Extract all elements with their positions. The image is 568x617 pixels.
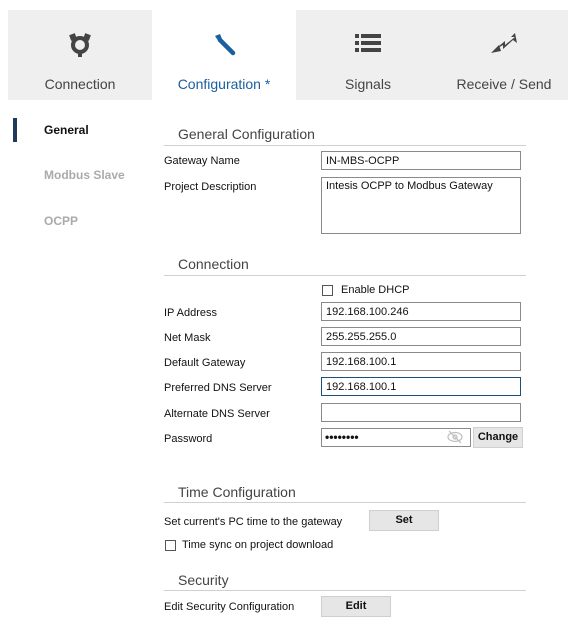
password-label: Password	[164, 433, 213, 445]
password-mask: ••••••••	[325, 430, 359, 444]
edit-security-button[interactable]: Edit	[321, 596, 391, 617]
list-icon	[296, 30, 440, 58]
section-divider	[164, 590, 526, 591]
nav-item-modbus-slave[interactable]: Modbus Slave	[0, 163, 148, 193]
time-sync-label: Time sync on project download	[182, 539, 334, 551]
section-title-time: Time Configuration	[178, 484, 296, 500]
top-tab-bar: Connection Configuration * Signals Recei…	[0, 0, 568, 100]
change-password-button[interactable]: Change	[473, 427, 523, 448]
wrench-icon	[152, 30, 296, 58]
tab-receive-send-label: Receive / Send	[456, 76, 552, 92]
default-gateway-label: Default Gateway	[164, 357, 246, 369]
enable-dhcp-label: Enable DHCP	[341, 284, 410, 296]
tab-configuration[interactable]: Configuration *	[152, 10, 296, 100]
section-title-security: Security	[178, 572, 229, 588]
transfer-arrows-icon	[440, 30, 568, 58]
nav-item-ocpp-label: OCPP	[44, 214, 79, 228]
preferred-dns-input[interactable]	[321, 377, 521, 396]
gateway-name-label: Gateway Name	[164, 155, 240, 167]
project-description-label: Project Description	[164, 181, 257, 193]
alternate-dns-label: Alternate DNS Server	[164, 408, 270, 420]
section-title-general: General Configuration	[178, 126, 315, 142]
section-title-connection: Connection	[178, 256, 249, 272]
tab-signals[interactable]: Signals	[296, 10, 440, 100]
tab-signals-label: Signals	[345, 76, 391, 92]
section-divider	[164, 145, 526, 146]
net-mask-label: Net Mask	[164, 332, 211, 344]
net-mask-input[interactable]	[321, 327, 521, 346]
edit-security-label: Edit Security Configuration	[164, 601, 295, 613]
default-gateway-input[interactable]	[321, 352, 521, 371]
set-time-button[interactable]: Set	[369, 510, 439, 531]
nav-active-indicator	[13, 118, 17, 142]
section-divider	[164, 275, 526, 276]
project-description-textarea[interactable]: Intesis OCPP to Modbus Gateway	[321, 177, 521, 234]
ip-address-label: IP Address	[164, 307, 217, 319]
nav-item-general[interactable]: General	[0, 118, 148, 148]
time-sync-checkbox[interactable]	[165, 540, 176, 551]
alternate-dns-input[interactable]	[321, 403, 521, 422]
tab-connection-label: Connection	[44, 76, 116, 92]
enable-dhcp-checkbox[interactable]	[322, 285, 333, 296]
nav-item-general-label: General	[44, 123, 89, 137]
preferred-dns-label: Preferred DNS Server	[164, 382, 272, 394]
tab-configuration-label: Configuration *	[177, 76, 271, 92]
nav-item-modbus-slave-label: Modbus Slave	[44, 168, 125, 182]
connection-plug-icon	[8, 30, 152, 58]
ip-address-input[interactable]	[321, 302, 521, 321]
eye-slash-icon[interactable]	[446, 430, 464, 449]
nav-item-ocpp[interactable]: OCPP	[0, 209, 148, 239]
set-pc-time-label: Set current's PC time to the gateway	[164, 516, 343, 528]
section-divider	[164, 502, 526, 503]
tab-connection[interactable]: Connection	[8, 10, 152, 100]
gateway-name-input[interactable]	[321, 151, 521, 170]
tab-receive-send[interactable]: Receive / Send	[440, 10, 568, 100]
